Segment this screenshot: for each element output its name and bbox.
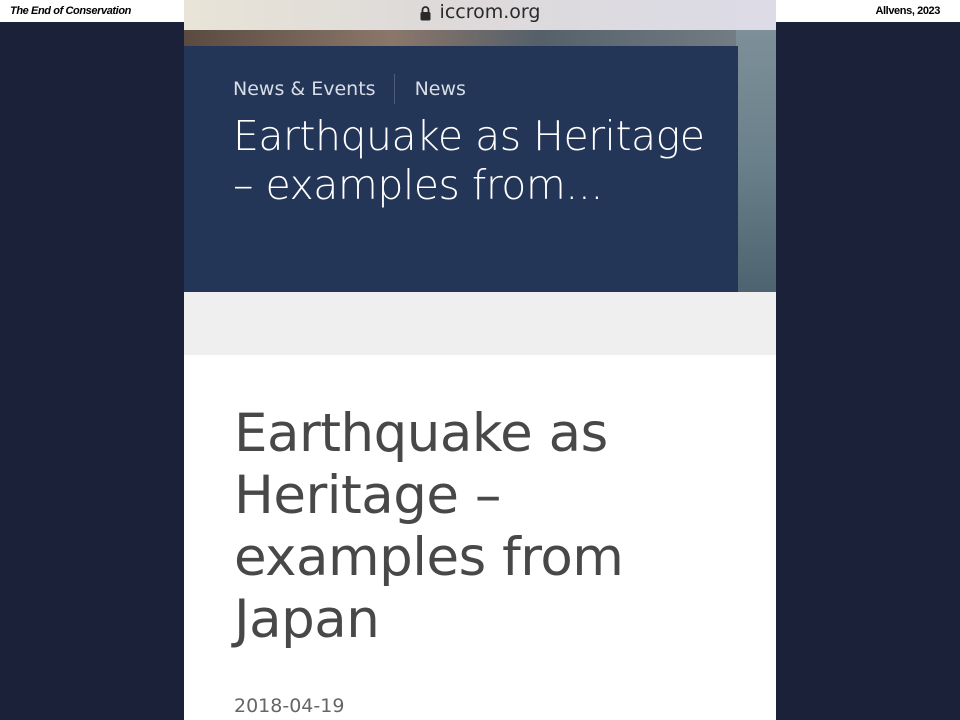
phone-screenshot: iccrom.org News & Events News Earthquake… (184, 0, 776, 720)
breadcrumb-news[interactable]: News (415, 78, 466, 100)
hero-banner: News & Events News Earthquake as Heritag… (184, 30, 776, 292)
article-title: Earthquake as Heritage – examples from J… (234, 403, 624, 650)
hero-panel: News & Events News Earthquake as Heritag… (184, 46, 738, 292)
breadcrumb: News & Events News (233, 74, 466, 104)
article-date: 2018-04-19 (234, 695, 345, 717)
spacer-band (184, 292, 776, 355)
lock-icon (420, 5, 431, 20)
slide-header-left: The End of Conservation (0, 0, 184, 22)
hero-photo-top (184, 30, 776, 46)
slide-header-right: Allvens, 2023 (776, 0, 960, 22)
article: Earthquake as Heritage – examples from J… (184, 355, 776, 720)
hero-title: Earthquake as Heritage – examples from..… (233, 112, 705, 209)
hero-photo-right (736, 30, 776, 292)
breadcrumb-news-events[interactable]: News & Events (233, 78, 376, 100)
address-bar[interactable]: iccrom.org (184, 0, 776, 30)
breadcrumb-divider (393, 74, 395, 104)
url-text: iccrom.org (439, 1, 541, 23)
